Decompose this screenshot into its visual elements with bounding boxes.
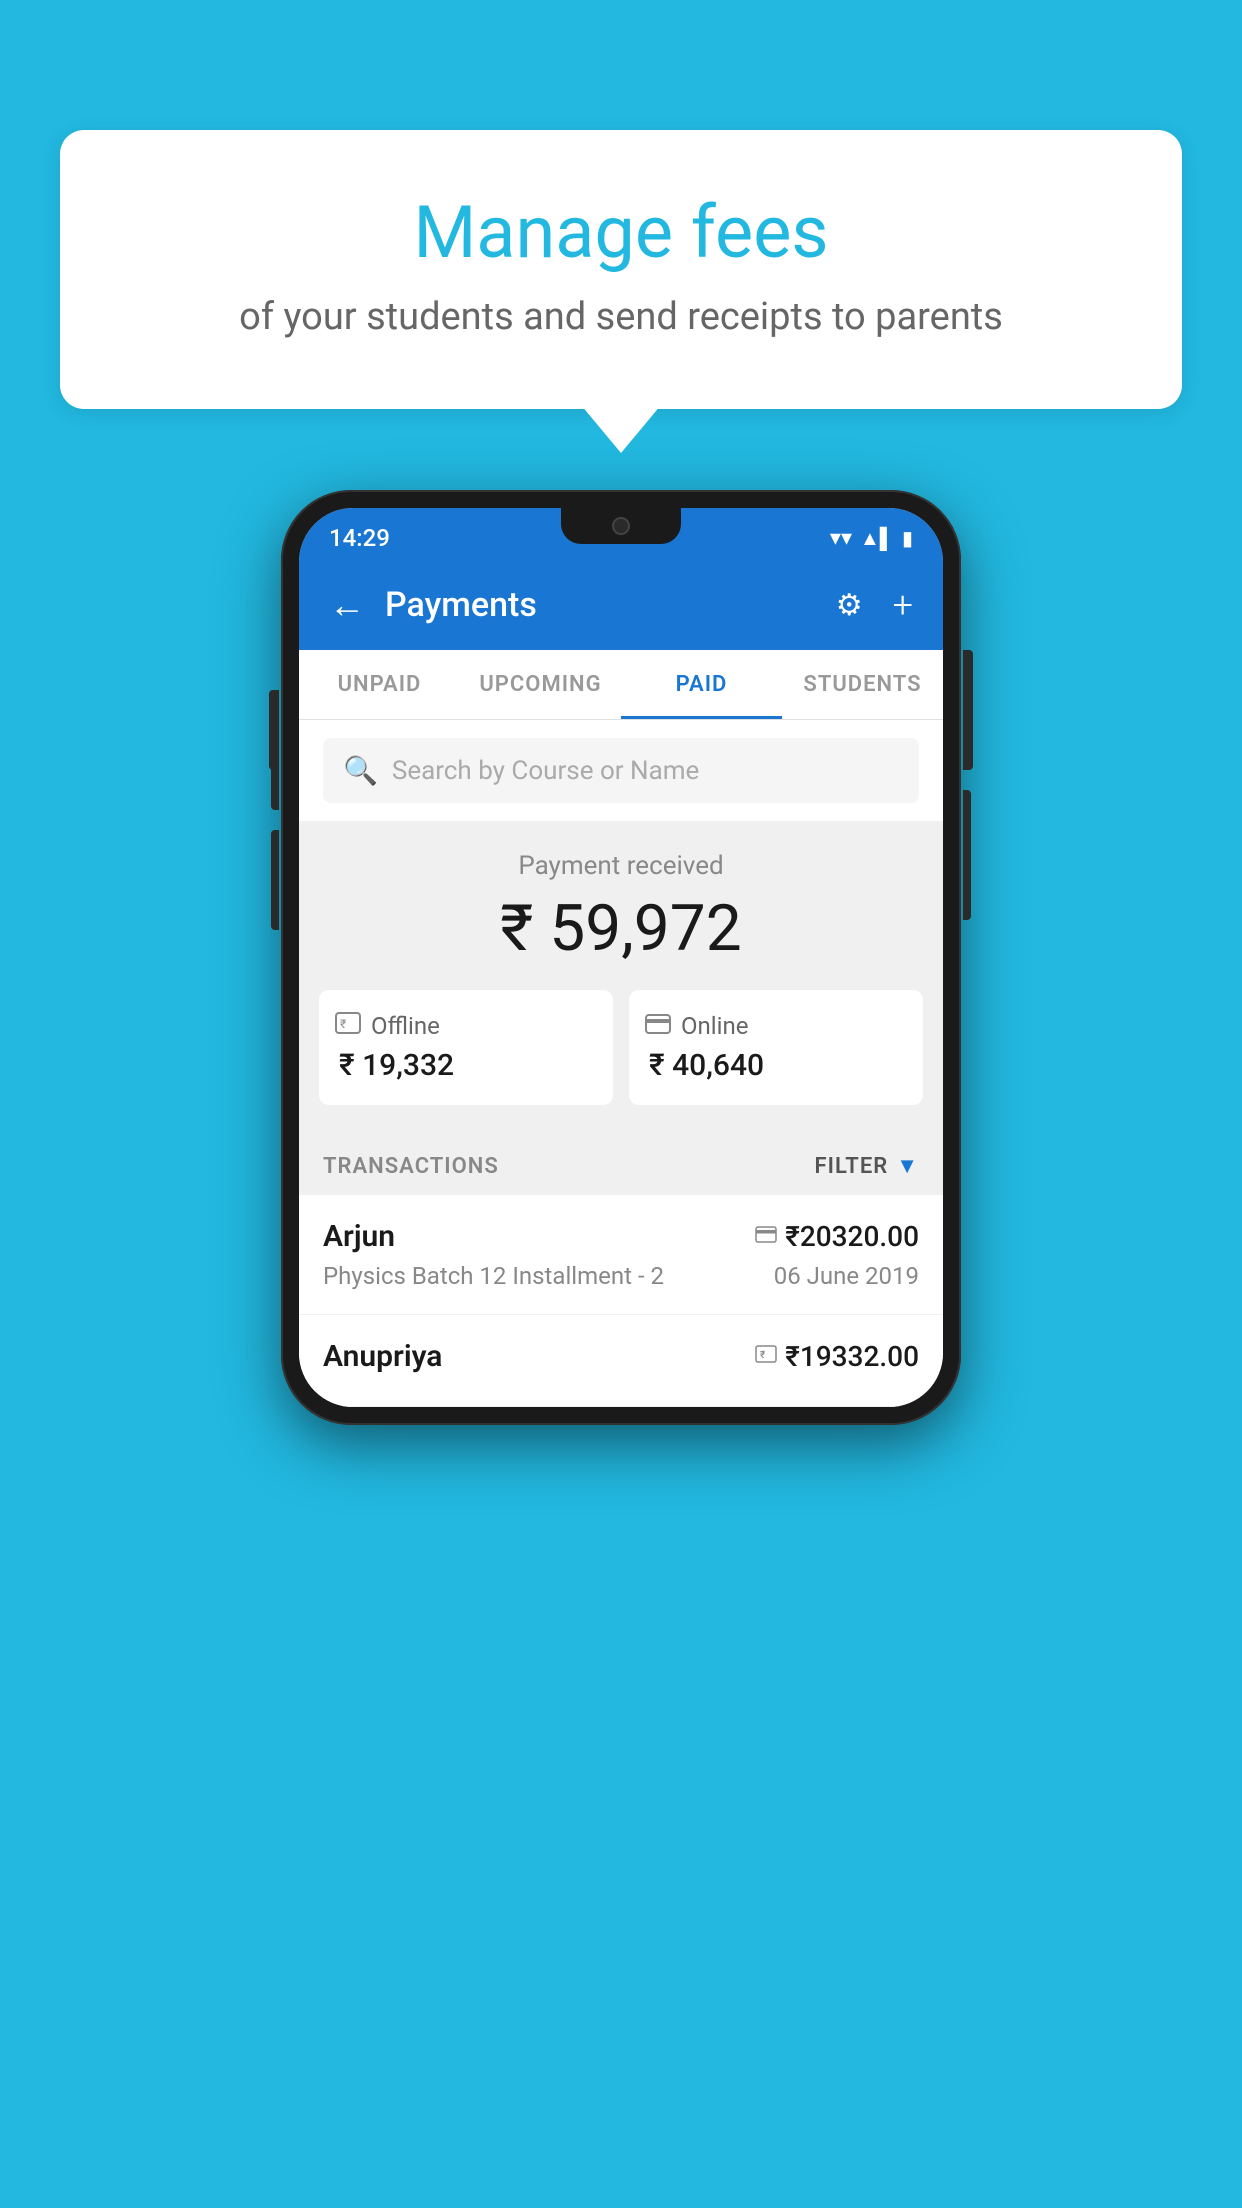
transaction-amount-anupriya: ₹ ₹19332.00: [755, 1340, 919, 1373]
filter-icon: ▼: [896, 1153, 919, 1179]
transaction-date-arjun: 06 June 2019: [774, 1262, 919, 1290]
speech-bubble: Manage fees of your students and send re…: [60, 130, 1182, 409]
phone-mockup: 14:29 ▾▾ ▲▌ ▮ ← Payments ⚙ + UNPAID: [281, 490, 961, 1425]
back-button[interactable]: ←: [329, 584, 365, 626]
filter-label: FILTER: [815, 1154, 889, 1179]
online-icon: [645, 1012, 671, 1040]
battery-icon: ▮: [902, 526, 913, 550]
speech-bubble-container: Manage fees of your students and send re…: [60, 130, 1182, 409]
offline-amount: ₹ 19,332: [335, 1048, 454, 1083]
search-container: 🔍 Search by Course or Name: [299, 720, 943, 821]
tab-paid[interactable]: PAID: [621, 650, 782, 719]
transaction-row-top-anupriya: Anupriya ₹ ₹19332.00: [323, 1339, 919, 1374]
tab-unpaid[interactable]: UNPAID: [299, 650, 460, 719]
payment-received-label: Payment received: [319, 851, 923, 881]
transaction-course-arjun: Physics Batch 12 Installment - 2: [323, 1262, 664, 1290]
tabs-container: UNPAID UPCOMING PAID STUDENTS: [299, 650, 943, 720]
status-icons: ▾▾ ▲▌ ▮: [830, 526, 913, 551]
transaction-row-bottom-arjun: Physics Batch 12 Installment - 2 06 June…: [323, 1262, 919, 1290]
header-title: Payments: [385, 585, 816, 625]
transactions-header: TRANSACTIONS FILTER ▼: [299, 1129, 943, 1195]
signal-icon: ▲▌: [860, 526, 894, 551]
online-label: Online: [681, 1012, 748, 1040]
transaction-amount-value-anupriya: ₹19332.00: [785, 1340, 919, 1373]
offline-label: Offline: [371, 1012, 440, 1040]
phone-outer: 14:29 ▾▾ ▲▌ ▮ ← Payments ⚙ + UNPAID: [281, 490, 961, 1425]
svg-text:₹: ₹: [340, 1017, 346, 1031]
settings-button[interactable]: ⚙: [836, 588, 863, 623]
search-bar[interactable]: 🔍 Search by Course or Name: [323, 738, 919, 803]
transaction-name-anupriya: Anupriya: [323, 1339, 442, 1374]
offline-card-header: ₹ Offline: [335, 1012, 440, 1040]
transaction-amount-value-arjun: ₹20320.00: [785, 1220, 919, 1253]
transaction-row-anupriya[interactable]: Anupriya ₹ ₹19332.00: [299, 1315, 943, 1407]
offline-payment-icon-anupriya: ₹: [755, 1344, 777, 1369]
add-button[interactable]: +: [893, 584, 913, 626]
filter-button[interactable]: FILTER ▼: [815, 1153, 919, 1179]
wifi-icon: ▾▾: [830, 526, 852, 551]
payment-cards: ₹ Offline ₹ 19,332: [319, 990, 923, 1105]
offline-card: ₹ Offline ₹ 19,332: [319, 990, 613, 1105]
phone-screen: 14:29 ▾▾ ▲▌ ▮ ← Payments ⚙ + UNPAID: [299, 508, 943, 1407]
online-payment-icon-arjun: [755, 1224, 777, 1249]
transaction-row-arjun[interactable]: Arjun ₹20320.00 Physics: [299, 1195, 943, 1315]
transactions-label: TRANSACTIONS: [323, 1154, 499, 1179]
payment-summary: Payment received ₹ 59,972 ₹: [299, 821, 943, 1129]
bubble-title: Manage fees: [140, 190, 1102, 275]
payment-total-amount: ₹ 59,972: [319, 891, 923, 966]
offline-icon: ₹: [335, 1012, 361, 1040]
transaction-amount-arjun: ₹20320.00: [755, 1220, 919, 1253]
online-amount: ₹ 40,640: [645, 1048, 764, 1083]
tab-upcoming[interactable]: UPCOMING: [460, 650, 621, 719]
tab-students[interactable]: STUDENTS: [782, 650, 943, 719]
status-time: 14:29: [329, 524, 390, 552]
search-placeholder-text: Search by Course or Name: [392, 756, 699, 786]
transaction-name-arjun: Arjun: [323, 1219, 395, 1254]
transaction-row-top-arjun: Arjun ₹20320.00: [323, 1219, 919, 1254]
online-card-header: Online: [645, 1012, 748, 1040]
phone-notch: [561, 508, 681, 544]
bubble-subtitle: of your students and send receipts to pa…: [140, 295, 1102, 339]
online-card: Online ₹ 40,640: [629, 990, 923, 1105]
camera-notch: [612, 517, 630, 535]
search-icon: 🔍: [343, 754, 378, 787]
app-header: ← Payments ⚙ +: [299, 560, 943, 650]
svg-text:₹: ₹: [760, 1350, 766, 1361]
